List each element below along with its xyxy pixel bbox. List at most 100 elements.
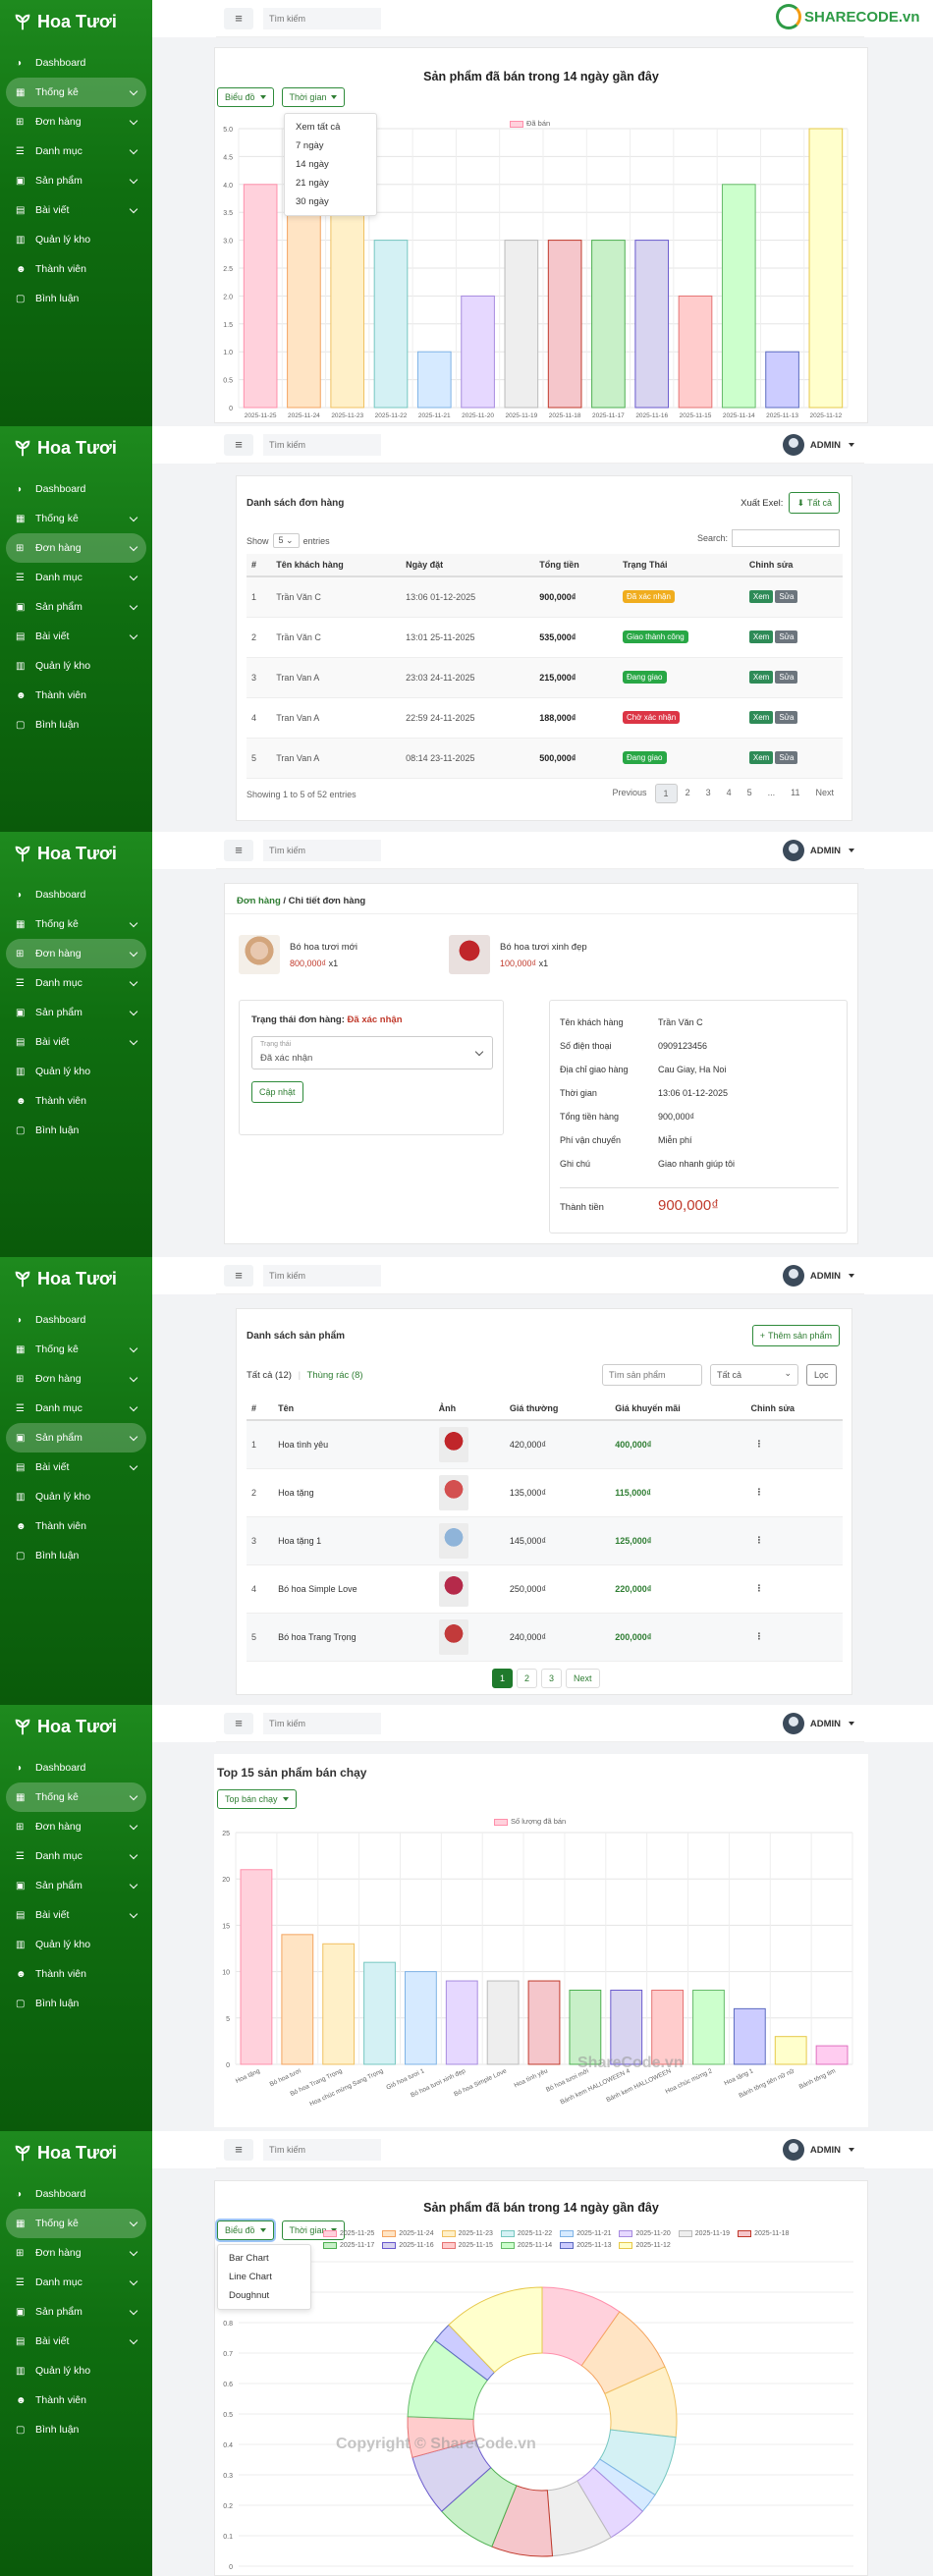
search-input[interactable]	[263, 7, 381, 29]
filter-button[interactable]: Lọc	[806, 1364, 837, 1386]
chart-type-button[interactable]: Biểu đồ	[217, 87, 274, 107]
page-button[interactable]: 11	[783, 784, 807, 803]
sidebar-item[interactable]: ☻ Thành viên	[6, 1086, 146, 1116]
sidebar-item[interactable]: ☻ Thành viên	[6, 1511, 146, 1541]
menu-toggle-icon[interactable]: ≡	[224, 433, 253, 456]
page-button[interactable]: 3	[541, 1669, 563, 1688]
bar[interactable]	[461, 295, 495, 409]
menu-toggle-icon[interactable]: ≡	[224, 2138, 253, 2161]
bar[interactable]	[610, 1989, 643, 2065]
legend-item[interactable]: 2025-11-12	[619, 2240, 671, 2252]
view-button[interactable]: Xem	[748, 671, 774, 684]
search-input[interactable]	[263, 1712, 381, 1734]
sidebar-item[interactable]: ⊞ Đơn hàng	[6, 939, 146, 968]
bar[interactable]	[486, 1980, 520, 2065]
sidebar-item[interactable]: ⊞ Đơn hàng	[6, 1364, 146, 1394]
view-button[interactable]: Xem	[748, 711, 774, 724]
search-input[interactable]	[263, 1264, 381, 1287]
tab-trash[interactable]: Thùng rác (8)	[307, 1370, 363, 1381]
sidebar-item[interactable]: ▦ Thống kê	[6, 2209, 146, 2238]
column-header[interactable]: Ngày đặt	[401, 554, 535, 577]
sidebar-item[interactable]: ▥ Quản lý kho	[6, 651, 146, 681]
sidebar-item[interactable]: ▢ Bình luận	[6, 1989, 146, 2018]
sidebar-item[interactable]: ⊞ Đơn hàng	[6, 1812, 146, 1841]
column-header[interactable]: Tên khách hàng	[271, 554, 402, 577]
bar[interactable]	[547, 240, 582, 409]
sidebar-item[interactable]: ▣ Sản phẩm	[6, 592, 146, 622]
sidebar-item[interactable]: ▢ Bình luận	[6, 2415, 146, 2444]
sidebar-item[interactable]: ⊞ Đơn hàng	[6, 2238, 146, 2268]
user-menu[interactable]: ADMIN	[782, 2139, 854, 2161]
more-actions-icon[interactable]: ⋮	[750, 1631, 763, 1641]
next-page-button[interactable]: Next	[566, 1669, 600, 1688]
bar[interactable]	[504, 240, 539, 409]
column-header[interactable]: Trạng Thái	[618, 554, 744, 577]
bar[interactable]	[363, 1961, 396, 2065]
user-menu[interactable]: ADMIN	[782, 434, 854, 456]
bar[interactable]	[765, 351, 799, 409]
sidebar-item[interactable]: ☰ Danh mục	[6, 1394, 146, 1423]
top-selling-button[interactable]: Top bán chạy	[217, 1789, 297, 1809]
bar[interactable]	[243, 184, 278, 409]
page-button[interactable]: 4	[719, 784, 740, 803]
legend-item[interactable]: 2025-11-13	[560, 2240, 611, 2252]
sidebar-item[interactable]: ▦ Thống kê	[6, 1335, 146, 1364]
sidebar-item[interactable]: ☰ Danh mục	[6, 968, 146, 998]
sidebar-item[interactable]: ▢ Bình luận	[6, 1541, 146, 1570]
sidebar-item[interactable]: ◑ Dashboard	[6, 2179, 146, 2209]
more-actions-icon[interactable]: ⋮	[750, 1583, 763, 1593]
bar[interactable]	[569, 1989, 602, 2065]
sidebar-item[interactable]: ▤ Bài viết	[6, 1452, 146, 1482]
legend-item[interactable]: 2025-11-17	[323, 2240, 374, 2252]
sidebar-item[interactable]: ◑ Dashboard	[6, 1305, 146, 1335]
column-header[interactable]: Tổng tiền	[534, 554, 619, 577]
page-button[interactable]: 5	[740, 784, 760, 803]
page-size-select[interactable]: 5 ⌄	[272, 533, 300, 548]
time-option[interactable]: 21 ngày	[285, 174, 376, 192]
sidebar-item[interactable]: ▥ Quản lý kho	[6, 2356, 146, 2385]
chart-option[interactable]: Doughnut	[218, 2286, 310, 2305]
legend-item[interactable]: 2025-11-18	[738, 2228, 789, 2240]
sidebar-item[interactable]: ☻ Thành viên	[6, 2385, 146, 2415]
column-header[interactable]: Chỉnh sửa	[743, 554, 843, 577]
view-button[interactable]: Xem	[748, 590, 774, 604]
breadcrumb-parent-link[interactable]: Đơn hàng	[237, 896, 281, 906]
page-button[interactable]: 2	[517, 1669, 538, 1688]
sidebar-item[interactable]: ☰ Danh mục	[6, 137, 146, 166]
time-range-button[interactable]: Thời gian	[281, 87, 346, 107]
bar[interactable]	[591, 240, 626, 409]
sidebar-item[interactable]: ☻ Thành viên	[6, 681, 146, 710]
column-header[interactable]: #	[247, 554, 272, 577]
brand-logo[interactable]: Hoa Tươi	[0, 426, 152, 474]
sidebar-item[interactable]: ⊞ Đơn hàng	[6, 107, 146, 137]
bar[interactable]	[240, 1869, 273, 2065]
bar[interactable]	[721, 184, 756, 409]
menu-toggle-icon[interactable]: ≡	[224, 1712, 253, 1734]
sidebar-item[interactable]: ◑ Dashboard	[6, 474, 146, 504]
sidebar-item[interactable]: ☻ Thành viên	[6, 254, 146, 284]
time-option[interactable]: 14 ngày	[285, 155, 376, 174]
menu-toggle-icon[interactable]: ≡	[224, 7, 253, 29]
sidebar-item[interactable]: ☰ Danh mục	[6, 2268, 146, 2297]
legend-item[interactable]: 2025-11-21	[560, 2228, 611, 2240]
bar[interactable]	[373, 240, 409, 409]
sidebar-item[interactable]: ▤ Bài viết	[6, 1900, 146, 1930]
user-menu[interactable]: ADMIN	[782, 840, 854, 861]
bar[interactable]	[445, 1980, 478, 2065]
edit-button[interactable]: Sửa	[775, 751, 798, 764]
brand-logo[interactable]: Hoa Tươi	[0, 1705, 152, 1753]
more-actions-icon[interactable]: ⋮	[750, 1439, 763, 1449]
edit-button[interactable]: Sửa	[775, 671, 798, 684]
user-menu[interactable]: ADMIN	[782, 1713, 854, 1734]
sidebar-item[interactable]: ▢ Bình luận	[6, 710, 146, 740]
brand-logo[interactable]: Hoa Tươi	[0, 0, 152, 48]
sidebar-item[interactable]: ▥ Quản lý kho	[6, 1057, 146, 1086]
sidebar-item[interactable]: ▦ Thống kê	[6, 1782, 146, 1812]
sidebar-item[interactable]: ▥ Quản lý kho	[6, 225, 146, 254]
sidebar-item[interactable]: ▦ Thống kê	[6, 78, 146, 107]
user-menu[interactable]: ADMIN	[782, 1265, 854, 1287]
sidebar-item[interactable]: ▤ Bài viết	[6, 622, 146, 651]
bar[interactable]	[678, 295, 713, 409]
bar[interactable]	[774, 2036, 807, 2065]
brand-logo[interactable]: Hoa Tươi	[0, 832, 152, 880]
